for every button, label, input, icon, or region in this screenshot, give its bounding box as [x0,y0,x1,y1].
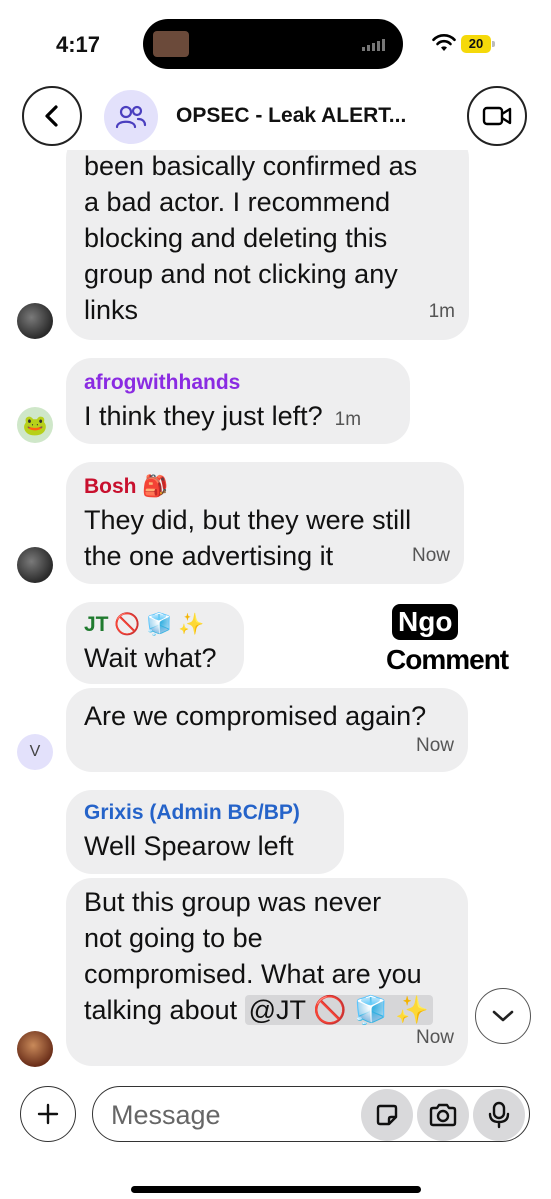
chevron-left-icon [45,105,58,127]
sender-name[interactable]: afrogwithhands [84,368,392,398]
avatar[interactable]: 🐸 [17,407,53,443]
sticker-icon [376,1104,398,1126]
chevron-down-icon [492,1010,514,1022]
avatar-initial: V [29,743,41,760]
message-timestamp: Now [415,1027,454,1048]
message-timestamp: 1m [428,301,455,322]
audio-level-icon [362,39,385,51]
dynamic-island [143,19,403,69]
wifi-icon [432,34,456,51]
avatar[interactable] [17,547,53,583]
people-icon [115,105,147,129]
message-timestamp: 1m [334,409,362,430]
watermark-text-bottom: Comment [386,644,509,675]
message-text: compromised. What are you [84,959,422,989]
message-text: not going to be [84,923,263,953]
message-text: talking about @JT 🚫 🧊 ✨ [84,992,450,1028]
avatar[interactable] [17,303,53,339]
watermark-logo: Ngo Comment [386,604,536,684]
message-text: blocking and deleting this [84,223,388,253]
message-text: a bad actor. I recommend [84,187,391,217]
status-bar: 4:17 20 [0,0,551,88]
voice-message-button[interactable] [473,1089,525,1141]
home-indicator[interactable] [131,1186,421,1193]
message-timestamp: Now [415,735,454,756]
battery-indicator: 20 [461,35,491,53]
message-text: the one advertising it [84,541,334,571]
composer [0,1080,551,1160]
group-avatar[interactable] [104,90,158,144]
message-bubble[interactable]: Bosh 🎒 They did, but they were still the… [66,462,464,584]
message-text-content: talking about [84,995,238,1025]
message-timestamp: Now [411,545,450,566]
message-text: Well Spearow left [84,831,294,861]
message-text: links [84,295,139,325]
message-list[interactable]: been basically confirmed as a bad actor.… [0,150,551,1080]
message-text: They did, but they were still [84,505,412,535]
message-text-content: I think they just left? [84,401,323,431]
plus-icon [37,1103,59,1125]
message-text: been basically confirmed as [84,151,418,181]
now-playing-thumbnail [153,31,189,57]
message-bubble[interactable]: But this group was never not going to be… [66,878,468,1066]
message-bubble[interactable]: JT 🚫 🧊 ✨ Wait what? [66,602,244,684]
scroll-to-bottom-button[interactable] [475,988,531,1044]
sender-name[interactable]: Bosh 🎒 [84,472,446,502]
message-text: Are we compromised again? [84,701,427,731]
message-field[interactable] [92,1086,530,1142]
microphone-icon [488,1101,510,1129]
frog-icon: 🐸 [22,414,48,437]
message-input[interactable] [111,1099,351,1131]
message-bubble[interactable]: Grixis (Admin BC/BP) Well Spearow left [66,790,344,874]
message-text: But this group was never [84,887,382,917]
camera-icon [429,1103,457,1127]
message-text: group and not clicking any [84,259,398,289]
message-bubble[interactable]: Are we compromised again? Now [66,688,468,772]
message-text: Wait what? [84,643,217,673]
message-bubble[interactable]: afrogwithhands I think they just left? 1m [66,358,410,444]
status-time: 4:17 [56,32,101,57]
video-call-button[interactable] [467,86,527,146]
sender-name[interactable]: JT 🚫 🧊 ✨ [84,610,226,640]
avatar[interactable]: V [17,734,53,770]
back-button[interactable] [22,86,82,146]
message-text: I think they just left? 1m [84,398,392,438]
chat-header: OPSEC - Leak ALERT... [0,82,551,152]
avatar[interactable] [17,1031,53,1067]
mention-tag[interactable]: @JT 🚫 🧊 ✨ [244,995,433,1025]
watermark-text-top: Ngo [392,604,459,640]
message-bubble[interactable]: been basically confirmed as a bad actor.… [66,150,469,340]
sticker-button[interactable] [361,1089,413,1141]
chat-title[interactable]: OPSEC - Leak ALERT... [176,104,406,128]
battery-nub [492,41,495,47]
sender-name[interactable]: Grixis (Admin BC/BP) [84,798,326,828]
camera-button[interactable] [417,1089,469,1141]
add-attachment-button[interactable] [20,1086,76,1142]
video-icon [482,106,512,126]
